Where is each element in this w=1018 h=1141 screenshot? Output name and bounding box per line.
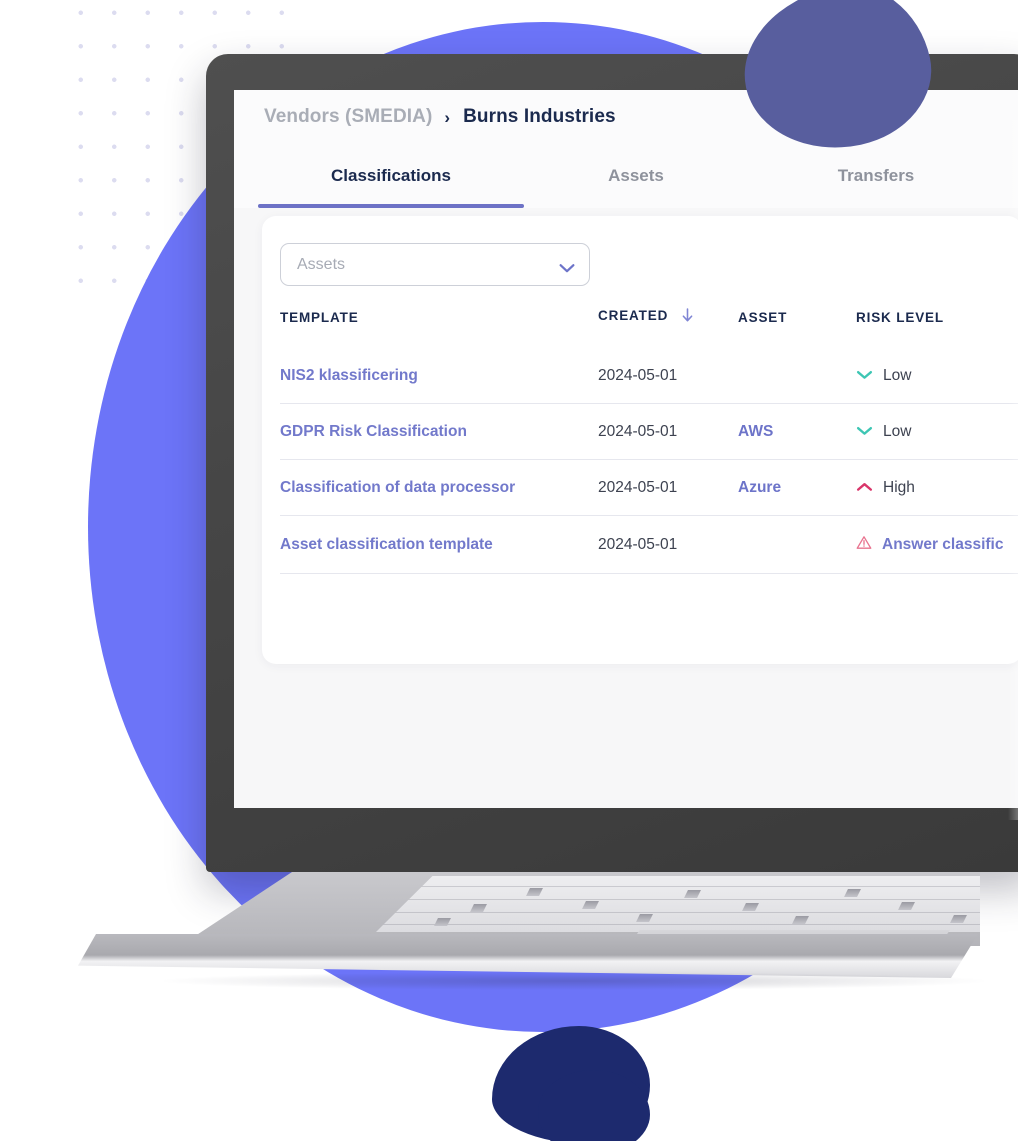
breadcrumb-parent-link[interactable]: Vendors (SMEDIA) xyxy=(264,106,432,128)
cell-template: Classification of data processor xyxy=(280,459,598,516)
cell-asset xyxy=(738,515,856,574)
tab-transfers-label: Transfers xyxy=(837,166,915,185)
risk-indicator: Answer classific xyxy=(856,535,1018,555)
cell-template: GDPR Risk Classification xyxy=(280,403,598,460)
cell-asset: Azure xyxy=(738,459,856,516)
cell-created: 2024-05-01 xyxy=(598,367,678,384)
risk-label: High xyxy=(883,479,915,496)
column-header-created[interactable]: CREATED xyxy=(598,308,738,348)
chevron-down-icon xyxy=(559,260,575,272)
laptop-keyboard xyxy=(376,876,980,932)
column-header-created-label: CREATED xyxy=(598,308,669,323)
breadcrumb-current: Burns Industries xyxy=(463,106,616,127)
cell-risk-level: Answer classific xyxy=(856,515,1018,574)
tab-transfers[interactable]: Transfers xyxy=(776,144,976,208)
cell-risk-level: Low xyxy=(856,348,1018,404)
column-header-asset[interactable]: ASSET xyxy=(738,308,856,348)
warning-triangle-icon xyxy=(856,535,872,555)
laptop-base xyxy=(78,872,984,994)
classifications-card: Assets TEMPLATE CREATED ASSET RISK LEVEL… xyxy=(262,216,1018,664)
chevron-down-icon xyxy=(856,423,873,441)
table-row[interactable]: GDPR Risk Classification 2024-05-01 AWS xyxy=(280,403,1018,460)
tab-bar: Classifications Assets Transfers xyxy=(234,144,1018,208)
classifications-table: TEMPLATE CREATED ASSET RISK LEVEL NIS2 k… xyxy=(280,308,1018,574)
chevron-right-icon: › xyxy=(444,107,451,127)
cell-asset xyxy=(738,348,856,404)
column-header-template-label: TEMPLATE xyxy=(280,309,359,325)
laptop-shadow xyxy=(164,972,984,990)
answer-classification-link[interactable]: Answer classific xyxy=(882,536,1003,554)
column-header-asset-label: ASSET xyxy=(738,309,788,325)
laptop-screen: Vendors (SMEDIA) › Burns Industries Clas… xyxy=(234,90,1018,808)
tab-classifications-label: Classifications xyxy=(331,166,451,185)
cell-created: 2024-05-01 xyxy=(598,459,738,516)
table-row[interactable]: Classification of data processor 2024-05… xyxy=(280,459,1018,516)
cell-template: NIS2 klassificering xyxy=(280,348,598,404)
risk-indicator: High xyxy=(856,479,1018,497)
column-header-template[interactable]: TEMPLATE xyxy=(280,308,598,348)
assets-filter-value: Assets xyxy=(297,255,346,273)
screenshot-stage: Vendors (SMEDIA) › Burns Industries Clas… xyxy=(0,0,1018,1141)
column-header-risk-level[interactable]: RISK LEVEL xyxy=(856,308,1018,348)
risk-label: Low xyxy=(883,367,912,384)
arrow-down-icon xyxy=(681,308,694,326)
assets-filter-select[interactable]: Assets xyxy=(280,243,590,286)
chevron-down-icon xyxy=(856,367,873,385)
template-link[interactable]: Classification of data processor xyxy=(280,479,515,496)
risk-indicator: Low xyxy=(856,423,1018,441)
template-link[interactable]: Asset classification template xyxy=(280,536,493,553)
cell-created: 2024-05-01 xyxy=(598,515,738,574)
table-row[interactable]: Asset classification template 2024-05-01 xyxy=(280,515,1018,574)
table-header-row: TEMPLATE CREATED ASSET RISK LEVEL xyxy=(280,308,1018,348)
cell-risk-level: High xyxy=(856,459,1018,516)
template-link[interactable]: GDPR Risk Classification xyxy=(280,423,467,440)
asset-link[interactable]: Azure xyxy=(738,479,781,496)
cell-risk-level: Low xyxy=(856,403,1018,460)
tab-classifications[interactable]: Classifications xyxy=(258,144,524,208)
blob-decoration-bottom xyxy=(492,1026,650,1141)
tab-assets[interactable]: Assets xyxy=(536,144,736,208)
table-row[interactable]: NIS2 klassificering 2024-05-01 Low xyxy=(280,348,1018,404)
cell-asset: AWS xyxy=(738,403,856,460)
asset-link[interactable]: AWS xyxy=(738,423,773,440)
risk-label: Low xyxy=(883,423,912,440)
chevron-up-icon xyxy=(856,479,873,497)
cell-created: 2024-05-01 xyxy=(598,403,738,460)
column-header-risk-label: RISK LEVEL xyxy=(856,309,945,325)
app-viewport: Vendors (SMEDIA) › Burns Industries Clas… xyxy=(234,90,1018,808)
cell-template: Asset classification template xyxy=(280,515,598,574)
tab-assets-label: Assets xyxy=(608,166,664,185)
template-link[interactable]: NIS2 klassificering xyxy=(280,367,418,384)
risk-indicator: Low xyxy=(856,367,1018,385)
table-body: NIS2 klassificering 2024-05-01 Low GDPR … xyxy=(280,348,1018,574)
